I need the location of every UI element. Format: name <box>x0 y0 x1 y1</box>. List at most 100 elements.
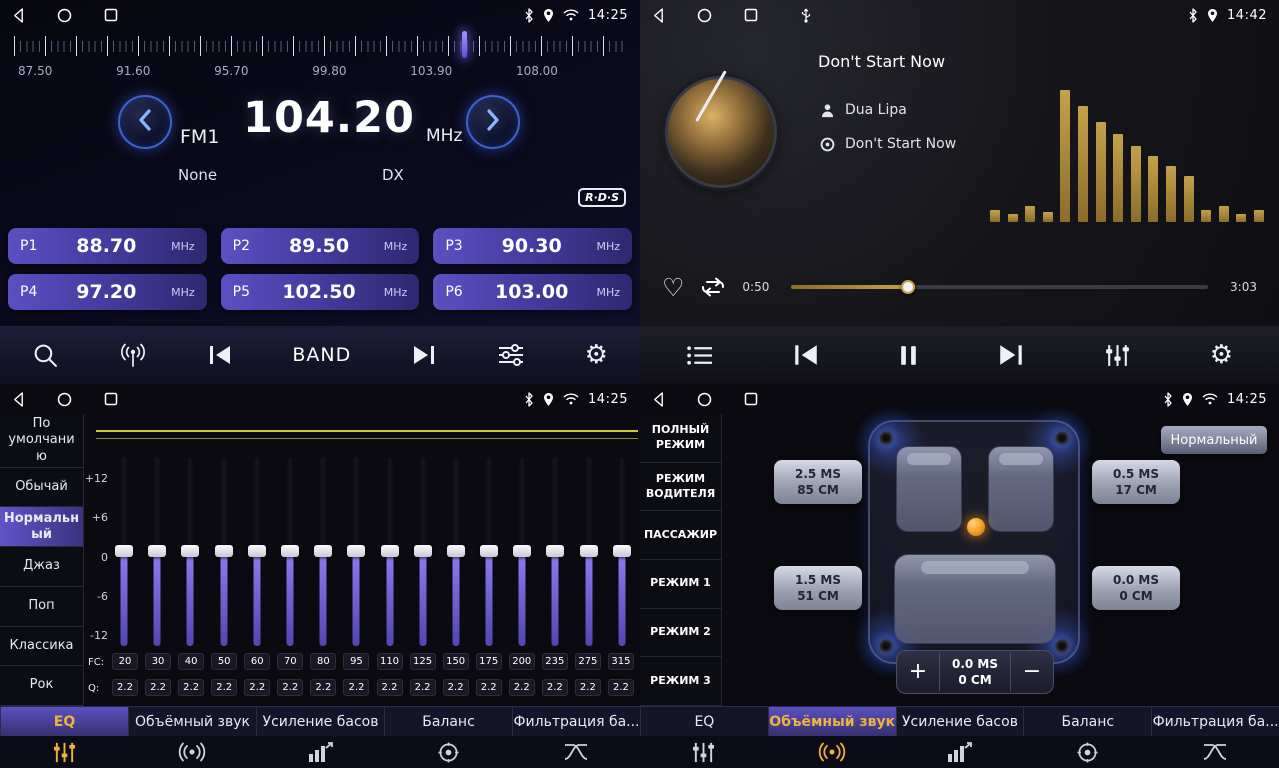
search-icon[interactable] <box>32 342 59 369</box>
slider-handle[interactable] <box>580 545 598 557</box>
slider-handle[interactable] <box>347 545 365 557</box>
eq-band-slider[interactable] <box>610 456 634 646</box>
audio-tab[interactable]: Объёмный звук <box>128 707 256 736</box>
eq-band-slider[interactable] <box>178 456 202 646</box>
eq-preset-item[interactable]: Рок <box>0 666 83 706</box>
eq-band-slider[interactable] <box>510 456 534 646</box>
decrease-delay-button[interactable]: − <box>1011 661 1053 683</box>
eq-preset-item[interactable]: По умолчанию <box>0 414 83 468</box>
seek-prev-icon[interactable] <box>207 344 233 366</box>
slider-handle[interactable] <box>546 545 564 557</box>
nav-back-icon[interactable] <box>652 392 665 407</box>
listening-mode-item[interactable]: РЕЖИМ 3 <box>640 657 721 706</box>
surround-tab-icon[interactable] <box>128 736 256 768</box>
delay-front-right-button[interactable]: 0.5 MS 17 CM <box>1092 460 1180 504</box>
settings-gear-icon[interactable]: ⚙ <box>585 342 608 368</box>
eq-preset-item[interactable]: Поп <box>0 587 83 627</box>
listening-mode-item[interactable]: РЕЖИМ 2 <box>640 609 721 658</box>
audio-tab[interactable]: Объёмный звук <box>768 707 896 736</box>
audio-tab[interactable]: Фильтрация ба... <box>512 707 640 736</box>
eq-tab-icon[interactable] <box>0 736 128 768</box>
nav-recents-icon[interactable] <box>744 392 758 406</box>
audio-tab[interactable]: Усиление басов <box>896 707 1024 736</box>
listening-mode-item[interactable]: РЕЖИМ 1 <box>640 560 721 609</box>
audio-tab[interactable]: EQ <box>640 707 768 736</box>
repeat-icon[interactable] <box>700 276 726 298</box>
eq-band-slider[interactable] <box>577 456 601 646</box>
listener-position-indicator[interactable] <box>967 518 985 536</box>
mixer-icon[interactable] <box>1104 343 1131 368</box>
nav-home-icon[interactable] <box>697 392 712 407</box>
slider-handle[interactable] <box>480 545 498 557</box>
preset-button[interactable]: P4 97.20 MHz <box>8 274 207 310</box>
audio-tab[interactable]: Баланс <box>384 707 512 736</box>
preset-button[interactable]: P2 89.50 MHz <box>221 228 420 264</box>
audio-settings-icon[interactable] <box>497 343 525 367</box>
balance-tab-icon[interactable] <box>1023 736 1151 768</box>
nav-home-icon[interactable] <box>697 8 712 23</box>
slider-handle[interactable] <box>148 545 166 557</box>
soundfield-preset-button[interactable]: Нормальный <box>1161 426 1267 454</box>
tune-down-button[interactable] <box>118 95 172 149</box>
eq-preset-item[interactable]: Джаз <box>0 547 83 587</box>
eq-band-slider[interactable] <box>212 456 236 646</box>
filter-tab-icon[interactable] <box>1151 736 1279 768</box>
eq-band-slider[interactable] <box>344 456 368 646</box>
listening-mode-item[interactable]: ПОЛНЫЙ РЕЖИМ <box>640 414 721 463</box>
slider-handle[interactable] <box>447 545 465 557</box>
eq-band-slider[interactable] <box>145 456 169 646</box>
broadcast-icon[interactable] <box>119 342 147 368</box>
progress-bar[interactable] <box>791 285 1208 289</box>
favorite-icon[interactable]: ♡ <box>662 275 684 300</box>
nav-recents-icon[interactable] <box>104 392 118 406</box>
slider-handle[interactable] <box>215 545 233 557</box>
slider-handle[interactable] <box>248 545 266 557</box>
eq-band-slider[interactable] <box>311 456 335 646</box>
nav-home-icon[interactable] <box>57 8 72 23</box>
balance-tab-icon[interactable] <box>384 736 512 768</box>
eq-band-slider[interactable] <box>543 456 567 646</box>
eq-band-slider[interactable] <box>444 456 468 646</box>
slider-handle[interactable] <box>613 545 631 557</box>
nav-recents-icon[interactable] <box>744 8 758 22</box>
audio-tab[interactable]: Фильтрация ба... <box>1151 707 1279 736</box>
eq-band-slider[interactable] <box>278 456 302 646</box>
audio-tab[interactable]: EQ <box>0 707 128 736</box>
increase-delay-button[interactable]: + <box>897 661 939 683</box>
delay-front-left-button[interactable]: 2.5 MS 85 CM <box>774 460 862 504</box>
audio-tab[interactable]: Баланс <box>1023 707 1151 736</box>
playlist-icon[interactable] <box>686 345 713 366</box>
delay-rear-left-button[interactable]: 1.5 MS 51 CM <box>774 566 862 610</box>
slider-handle[interactable] <box>115 545 133 557</box>
nav-home-icon[interactable] <box>57 392 72 407</box>
eq-band-slider[interactable] <box>378 456 402 646</box>
nav-back-icon[interactable] <box>12 8 25 23</box>
tune-up-button[interactable] <box>466 95 520 149</box>
delay-rear-right-button[interactable]: 0.0 MS 0 CM <box>1092 566 1180 610</box>
listening-mode-item[interactable]: РЕЖИМ ВОДИТЕЛЯ <box>640 463 721 512</box>
nav-back-icon[interactable] <box>652 8 665 23</box>
slider-handle[interactable] <box>513 545 531 557</box>
seek-next-icon[interactable] <box>411 344 437 366</box>
eq-band-slider[interactable] <box>477 456 501 646</box>
pause-icon[interactable] <box>899 344 918 367</box>
settings-gear-icon[interactable]: ⚙ <box>1210 342 1233 368</box>
slider-handle[interactable] <box>381 545 399 557</box>
eq-band-slider[interactable] <box>411 456 435 646</box>
nav-recents-icon[interactable] <box>104 8 118 22</box>
listening-mode-item[interactable]: ПАССАЖИР <box>640 511 721 560</box>
slider-handle[interactable] <box>181 545 199 557</box>
eq-tab-icon[interactable] <box>640 736 768 768</box>
filter-tab-icon[interactable] <box>512 736 640 768</box>
slider-handle[interactable] <box>314 545 332 557</box>
audio-tab[interactable]: Усиление басов <box>256 707 384 736</box>
nav-back-icon[interactable] <box>12 392 25 407</box>
surround-tab-icon[interactable] <box>768 736 896 768</box>
next-track-icon[interactable] <box>997 343 1025 367</box>
eq-band-slider[interactable] <box>112 456 136 646</box>
eq-band-slider[interactable] <box>245 456 269 646</box>
eq-preset-item[interactable]: Классика <box>0 627 83 667</box>
preset-button[interactable]: P6 103.00 MHz <box>433 274 632 310</box>
slider-handle[interactable] <box>414 545 432 557</box>
preset-button[interactable]: P5 102.50 MHz <box>221 274 420 310</box>
